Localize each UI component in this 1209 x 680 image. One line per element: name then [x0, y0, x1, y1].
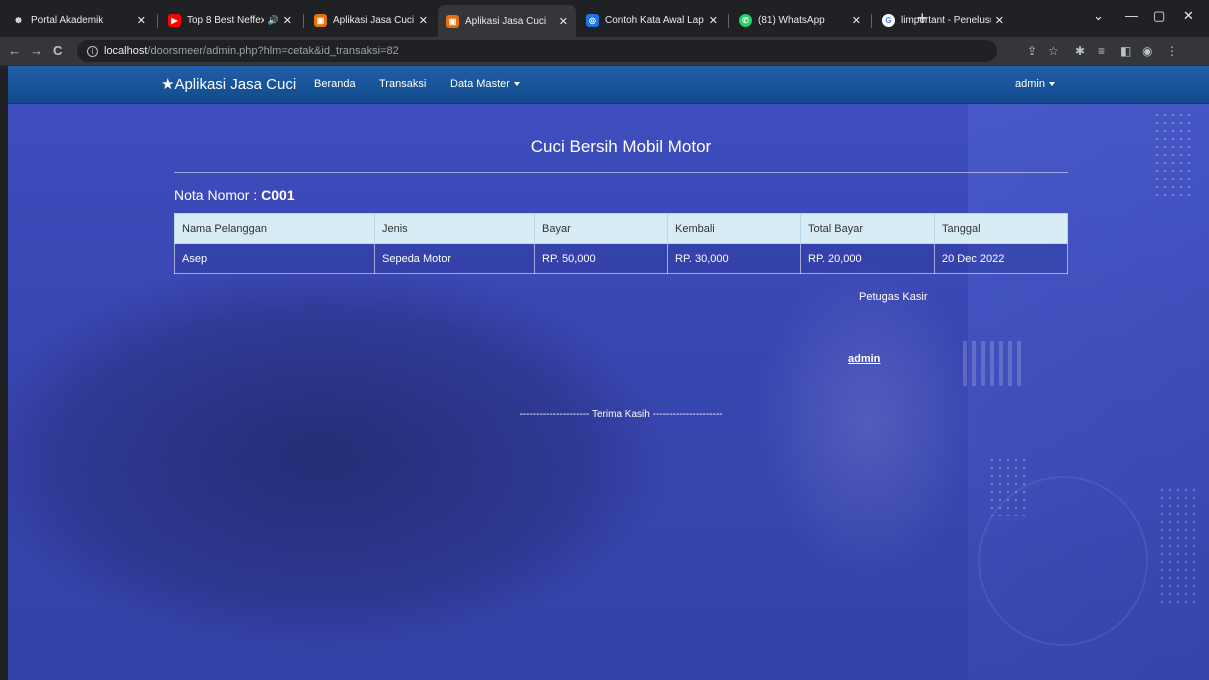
divider	[174, 172, 1068, 173]
tab-title: Aplikasi Jasa Cuci	[333, 14, 415, 26]
nota-value: C001	[261, 187, 295, 203]
browser-tab-aplikasi-active[interactable]: ▣ Aplikasi Jasa Cuci ✕	[438, 5, 576, 37]
nav-data-master-label: Data Master	[450, 78, 510, 90]
tab-title: (81) WhatsApp	[758, 14, 825, 26]
share-icon[interactable]: ⇪	[1027, 44, 1037, 58]
page-title: Cuci Bersih Mobil Motor	[530, 137, 712, 156]
portal-favicon-icon: ☸	[14, 15, 23, 25]
browser-tab-portal-akademik[interactable]: ☸ Portal Akademik ✕	[4, 6, 154, 34]
browser-tab-google-body[interactable]: Glimportant - Penelusu ✕	[874, 6, 1012, 34]
caret-down-icon	[513, 82, 520, 87]
close-icon[interactable]: ✕	[559, 15, 568, 28]
whatsapp-favicon-icon: ✆	[739, 13, 752, 27]
app-favicon-icon: ▣	[314, 13, 327, 27]
cell-jenis: Sepeda Motor	[374, 243, 535, 274]
background-circle	[978, 476, 1148, 646]
minimize-button[interactable]: —	[1125, 8, 1138, 23]
speaker-icon[interactable]: 🔊	[268, 15, 279, 26]
cell-total-bayar: RP. 20,000	[800, 243, 935, 274]
tab-title: Top 8 Best Neffex	[187, 14, 264, 26]
col-tanggal: Tanggal	[934, 213, 1068, 244]
background-dots	[1158, 486, 1198, 606]
table-header-row: Nama Pelanggan Jenis Bayar Kembali Total…	[174, 213, 1068, 244]
col-total-bayar: Total Bayar	[800, 213, 935, 244]
close-icon[interactable]: ✕	[419, 14, 428, 27]
cell-bayar: RP. 50,000	[534, 243, 668, 274]
app-navbar: ★Aplikasi Jasa Cuci Beranda Transaksi Da…	[8, 66, 1209, 104]
app-favicon-icon: ▣	[446, 14, 459, 28]
caret-down-icon	[1048, 82, 1055, 87]
back-arrow-icon[interactable]: ←	[8, 43, 21, 58]
cell-nama-pelanggan: Asep	[174, 243, 375, 274]
close-icon[interactable]: ✕	[283, 14, 292, 27]
kebab-menu-icon[interactable]: ⋮	[1166, 44, 1178, 58]
reading-list-icon[interactable]: ≡	[1098, 44, 1105, 58]
user-name: admin	[1015, 78, 1045, 90]
tab-search-chevron-icon[interactable]: ⌄	[1093, 8, 1104, 24]
close-icon[interactable]: ✕	[995, 14, 1004, 27]
restore-button[interactable]: ▢	[1153, 8, 1165, 24]
browser-tab-contoh-kata[interactable]: ◎ Contoh Kata Awal Lap ✕	[578, 6, 726, 34]
new-tab-button[interactable]: +	[917, 9, 928, 27]
browser-toolbar: ← → C i localhost /doorsmeer/admin.php?h…	[0, 37, 1209, 66]
globe-favicon-icon: ◎	[586, 13, 599, 27]
nav-data-master[interactable]: Data Master	[450, 78, 520, 90]
forward-arrow-icon[interactable]: →	[30, 43, 43, 58]
google-favicon-icon: G	[882, 13, 895, 27]
address-bar[interactable]: i localhost /doorsmeer/admin.php?hlm=cet…	[77, 40, 997, 62]
url-host: localhost	[104, 45, 148, 57]
nota-number: Nota Nomor : C001	[174, 187, 295, 203]
tab-separator	[728, 14, 729, 28]
col-nama-pelanggan: Nama Pelanggan	[174, 213, 375, 244]
browser-tab-youtube[interactable]: ▶ Top 8 Best Neffex 🔊 ✕	[160, 6, 300, 34]
background-car-image	[8, 106, 788, 680]
close-icon[interactable]: ✕	[709, 14, 718, 27]
url-path: /doorsmeer/admin.php?hlm=cetak&id_transa…	[147, 45, 399, 57]
tab-separator	[871, 14, 872, 28]
cell-tanggal: 20 Dec 2022	[934, 243, 1068, 274]
tab-title: Aplikasi Jasa Cuci	[465, 15, 547, 27]
close-icon[interactable]: ✕	[852, 14, 861, 27]
reload-icon[interactable]: C	[53, 43, 62, 58]
extensions-puzzle-icon[interactable]: ✱	[1075, 44, 1085, 58]
col-bayar: Bayar	[534, 213, 668, 244]
nav-beranda[interactable]: Beranda	[314, 78, 356, 90]
browser-tab-strip: ☸ Portal Akademik ✕ ▶ Top 8 Best Neffex …	[0, 0, 1209, 37]
col-kembali: Kembali	[667, 213, 801, 244]
background-stripes	[963, 341, 1023, 386]
browser-tab-aplikasi-1[interactable]: ▣ Aplikasi Jasa Cuci ✕	[306, 6, 436, 34]
thank-you-text: --------------------- Terima Kasih -----…	[519, 409, 723, 420]
brand-link[interactable]: ★Aplikasi Jasa Cuci	[161, 75, 296, 93]
side-panel-icon[interactable]: ◧	[1120, 44, 1131, 58]
site-info-icon[interactable]: i	[87, 45, 98, 57]
table-row: Asep Sepeda Motor RP. 50,000 RP. 30,000 …	[174, 243, 1068, 274]
background-dots	[1153, 111, 1193, 201]
nav-transaksi[interactable]: Transaksi	[379, 78, 426, 90]
tab-title: Contoh Kata Awal Lap	[605, 14, 704, 26]
nota-label: Nota Nomor :	[174, 187, 262, 203]
close-window-button[interactable]: ✕	[1183, 8, 1194, 24]
cell-kembali: RP. 30,000	[667, 243, 801, 274]
page-viewport: ★Aplikasi Jasa Cuci Beranda Transaksi Da…	[8, 66, 1209, 680]
tab-separator	[157, 14, 158, 28]
col-jenis: Jenis	[374, 213, 535, 244]
tab-title: limportant - Penelusu	[901, 14, 991, 26]
cashier-name-link[interactable]: admin	[848, 353, 880, 365]
transaction-table: Nama Pelanggan Jenis Bayar Kembali Total…	[174, 213, 1068, 274]
tab-title: Portal Akademik	[31, 14, 104, 26]
cashier-label: Petugas Kasir	[859, 291, 928, 303]
close-icon[interactable]: ✕	[137, 14, 146, 27]
profile-avatar-icon[interactable]: ◉	[1142, 44, 1152, 58]
browser-tab-whatsapp[interactable]: ✆ (81) WhatsApp ✕	[731, 6, 869, 34]
user-menu[interactable]: admin	[1015, 78, 1055, 90]
youtube-favicon-icon: ▶	[168, 13, 181, 27]
bookmark-star-icon[interactable]: ☆	[1048, 44, 1059, 58]
tab-separator	[303, 14, 304, 28]
